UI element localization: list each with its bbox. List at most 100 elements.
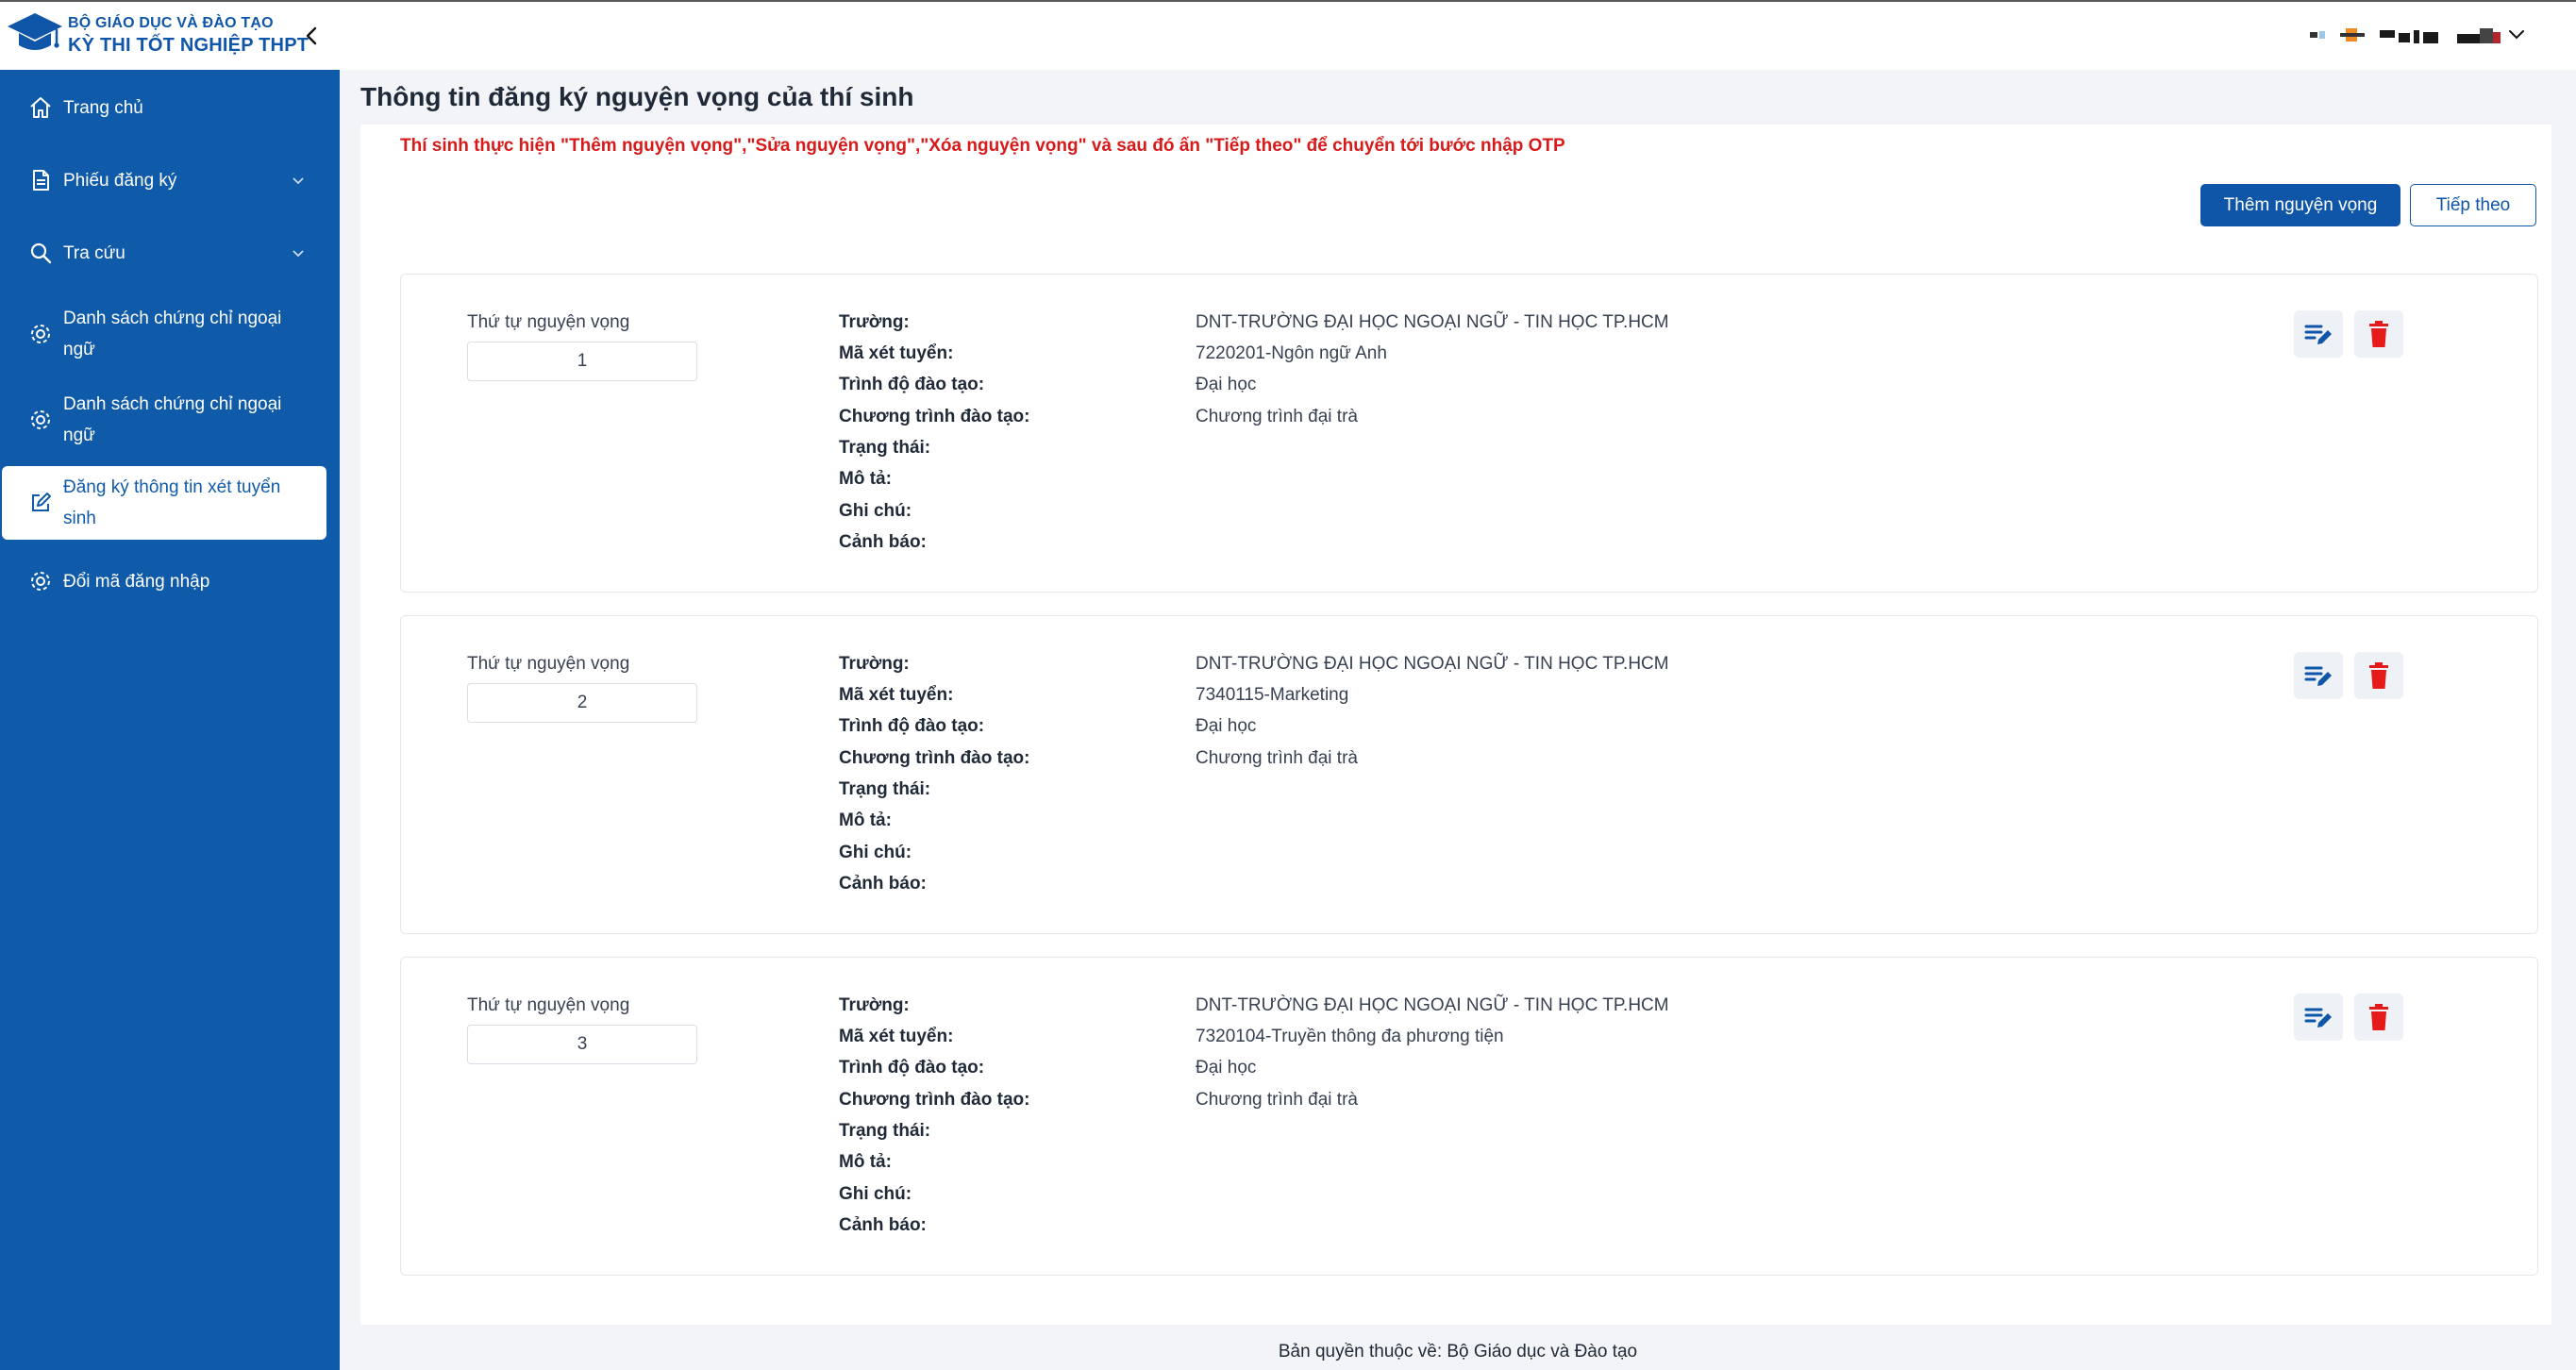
- redacted-username: [2493, 32, 2501, 43]
- order-input[interactable]: 3: [467, 1025, 697, 1064]
- redacted-username: [2423, 32, 2438, 43]
- sidebar-item-change-password[interactable]: Đổi mã đăng nhập: [0, 562, 340, 600]
- instruction-notice: Thí sinh thực hiện "Thêm nguyện vọng","S…: [400, 136, 1565, 156]
- redacted-avatar: [2340, 33, 2365, 37]
- main-area: Thông tin đăng ký nguyện vọng của thí si…: [340, 70, 2576, 1370]
- top-bar: BỘ GIÁO DỤC VÀ ĐÀO TẠO KỲ THI TỐT NGHIỆP…: [0, 0, 2576, 70]
- sidebar-collapse-button[interactable]: [300, 23, 323, 49]
- footer-copyright: Bản quyền thuộc về: Bộ Giáo dục và Đào t…: [1278, 1342, 1638, 1362]
- edit-list-icon: [2304, 666, 2332, 686]
- code-label: Mã xét tuyển:: [839, 685, 954, 705]
- delete-wish-button[interactable]: [2354, 994, 2403, 1041]
- sidebar-item-home[interactable]: Trang chủ: [0, 89, 340, 126]
- sidebar-item-registration-form[interactable]: Phiếu đăng ký: [0, 161, 340, 199]
- chevron-left-icon: [306, 26, 317, 45]
- sidebar-item-lookup[interactable]: Tra cứu: [0, 234, 340, 272]
- delete-wish-button[interactable]: [2354, 310, 2403, 358]
- school-label: Trường:: [839, 995, 910, 1015]
- trash-icon: [2369, 1004, 2388, 1030]
- school-value: DNT-TRƯỜNG ĐẠI HỌC NGOẠI NGỮ - TIN HỌC T…: [1196, 312, 1669, 332]
- document-icon: [28, 168, 53, 192]
- level-label: Trình độ đào tạo:: [839, 375, 985, 394]
- user-menu[interactable]: [2299, 25, 2544, 47]
- redacted-avatar: [2319, 31, 2325, 39]
- program-value: Chương trình đại trà: [1196, 1090, 1358, 1110]
- edit-list-icon: [2304, 325, 2332, 344]
- note-label: Ghi chú:: [839, 843, 912, 862]
- program-value: Chương trình đại trà: [1196, 407, 1358, 426]
- program-value: Chương trình đại trà: [1196, 748, 1358, 768]
- level-label: Trình độ đào tạo:: [839, 1058, 985, 1078]
- school-label: Trường:: [839, 654, 910, 674]
- order-label: Thứ tự nguyện vọng: [467, 995, 630, 1015]
- home-icon: [28, 95, 53, 120]
- sidebar-item-admission-registration[interactable]: Đăng ký thông tin xét tuyển sinh: [2, 466, 326, 540]
- warning-label: Cảnh báo:: [839, 532, 927, 552]
- edit-wish-button[interactable]: [2294, 652, 2343, 699]
- trash-icon: [2369, 662, 2388, 689]
- status-label: Trạng thái:: [839, 779, 931, 799]
- chevron-down-icon: [293, 177, 304, 185]
- description-label: Mô tả:: [839, 469, 892, 489]
- sidebar-item-label: Trang chủ: [63, 97, 143, 118]
- description-label: Mô tả:: [839, 1152, 892, 1172]
- redacted-username: [2480, 28, 2493, 43]
- sidebar-item-label: Đăng ký thông tin xét tuyển sinh: [63, 477, 281, 528]
- code-label: Mã xét tuyển:: [839, 343, 954, 363]
- sidebar: Trang chủ Phiếu đăng ký Tra cứu Danh sác…: [0, 70, 340, 1370]
- redacted-username: [2457, 34, 2480, 43]
- next-button[interactable]: Tiếp theo: [2410, 184, 2536, 226]
- school-value: DNT-TRƯỜNG ĐẠI HỌC NGOẠI NGỮ - TIN HỌC T…: [1196, 995, 1669, 1015]
- exam-name: KỲ THI TỐT NGHIỆP THPT: [68, 35, 309, 56]
- level-value: Đại học: [1196, 1058, 1257, 1078]
- redacted-avatar: [2310, 32, 2317, 38]
- page-title: Thông tin đăng ký nguyện vọng của thí si…: [360, 82, 914, 111]
- program-label: Chương trình đào tạo:: [839, 407, 1030, 426]
- sidebar-item-label: Danh sách chứng chỉ ngoại ngữ: [63, 309, 282, 359]
- level-label: Trình độ đào tạo:: [839, 716, 985, 736]
- sidebar-item-label: Phiếu đăng ký: [63, 170, 177, 191]
- org-name: BỘ GIÁO DỤC VÀ ĐÀO TẠO: [68, 15, 274, 31]
- status-label: Trạng thái:: [839, 438, 931, 458]
- sidebar-item-label: Đổi mã đăng nhập: [63, 571, 210, 592]
- sidebar-item-language-certificates-2[interactable]: Danh sách chứng chỉ ngoại ngữ: [0, 382, 340, 458]
- level-value: Đại học: [1196, 716, 1257, 736]
- level-value: Đại học: [1196, 375, 1257, 394]
- note-label: Ghi chú:: [839, 1184, 912, 1204]
- search-icon: [28, 241, 53, 265]
- order-input[interactable]: 1: [467, 342, 697, 381]
- add-wish-button[interactable]: Thêm nguyện vọng: [2200, 184, 2400, 226]
- code-value: 7220201-Ngôn ngữ Anh: [1196, 343, 1387, 363]
- edit-wish-button[interactable]: [2294, 310, 2343, 358]
- school-value: DNT-TRƯỜNG ĐẠI HỌC NGOẠI NGỮ - TIN HỌC T…: [1196, 654, 1669, 674]
- program-label: Chương trình đào tạo:: [839, 748, 1030, 768]
- warning-label: Cảnh báo:: [839, 1215, 927, 1235]
- delete-wish-button[interactable]: [2354, 652, 2403, 699]
- school-label: Trường:: [839, 312, 910, 332]
- redacted-username: [2380, 30, 2395, 38]
- chevron-down-icon: [2509, 30, 2524, 40]
- graduation-cap-logo-icon: [8, 13, 62, 50]
- order-label: Thứ tự nguyện vọng: [467, 654, 630, 674]
- note-label: Ghi chú:: [839, 501, 912, 521]
- wish-card: Thứ tự nguyện vọng 3 Trường: Mã xét tuyể…: [400, 957, 2538, 1276]
- redacted-username: [2399, 33, 2410, 42]
- edit-icon: [28, 491, 53, 515]
- wish-card: Thứ tự nguyện vọng 1 Trường: Mã xét tuyể…: [400, 274, 2538, 593]
- gear-icon: [28, 569, 53, 593]
- warning-label: Cảnh báo:: [839, 874, 927, 894]
- status-label: Trạng thái:: [839, 1121, 931, 1141]
- edit-wish-button[interactable]: [2294, 994, 2343, 1041]
- sidebar-item-language-certificates[interactable]: Danh sách chứng chỉ ngoại ngữ: [0, 296, 340, 372]
- content-panel: Thí sinh thực hiện "Thêm nguyện vọng","S…: [360, 125, 2551, 1325]
- sidebar-item-label: Danh sách chứng chỉ ngoại ngữ: [63, 394, 282, 445]
- sidebar-item-label: Tra cứu: [63, 242, 125, 263]
- edit-list-icon: [2304, 1008, 2332, 1028]
- order-input[interactable]: 2: [467, 683, 697, 723]
- description-label: Mô tả:: [839, 810, 892, 830]
- gear-icon: [28, 408, 53, 432]
- order-label: Thứ tự nguyện vọng: [467, 312, 630, 332]
- wish-card: Thứ tự nguyện vọng 2 Trường: Mã xét tuyể…: [400, 615, 2538, 934]
- redacted-username: [2414, 30, 2419, 43]
- trash-icon: [2369, 321, 2388, 347]
